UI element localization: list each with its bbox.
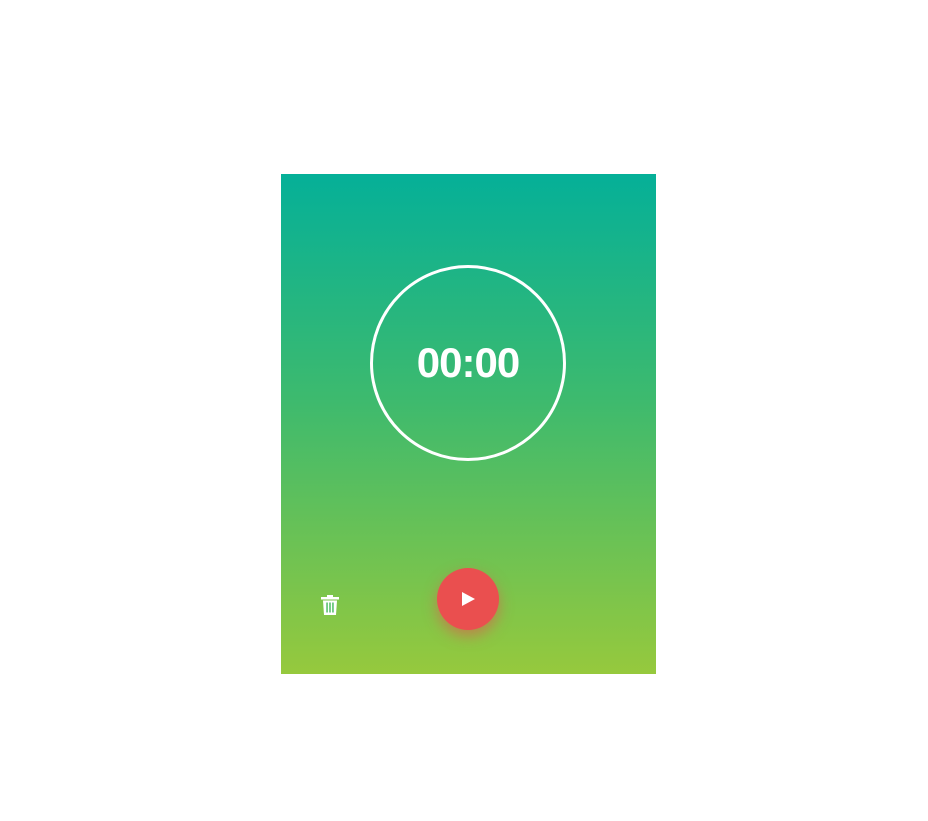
timer-ring: 00:00: [370, 265, 566, 461]
play-button[interactable]: [437, 568, 499, 630]
trash-icon: [321, 595, 339, 615]
timer-display: 00:00: [416, 339, 520, 386]
play-icon: [462, 592, 475, 606]
delete-button[interactable]: [317, 592, 343, 618]
stopwatch-card: 00:00: [281, 174, 656, 674]
